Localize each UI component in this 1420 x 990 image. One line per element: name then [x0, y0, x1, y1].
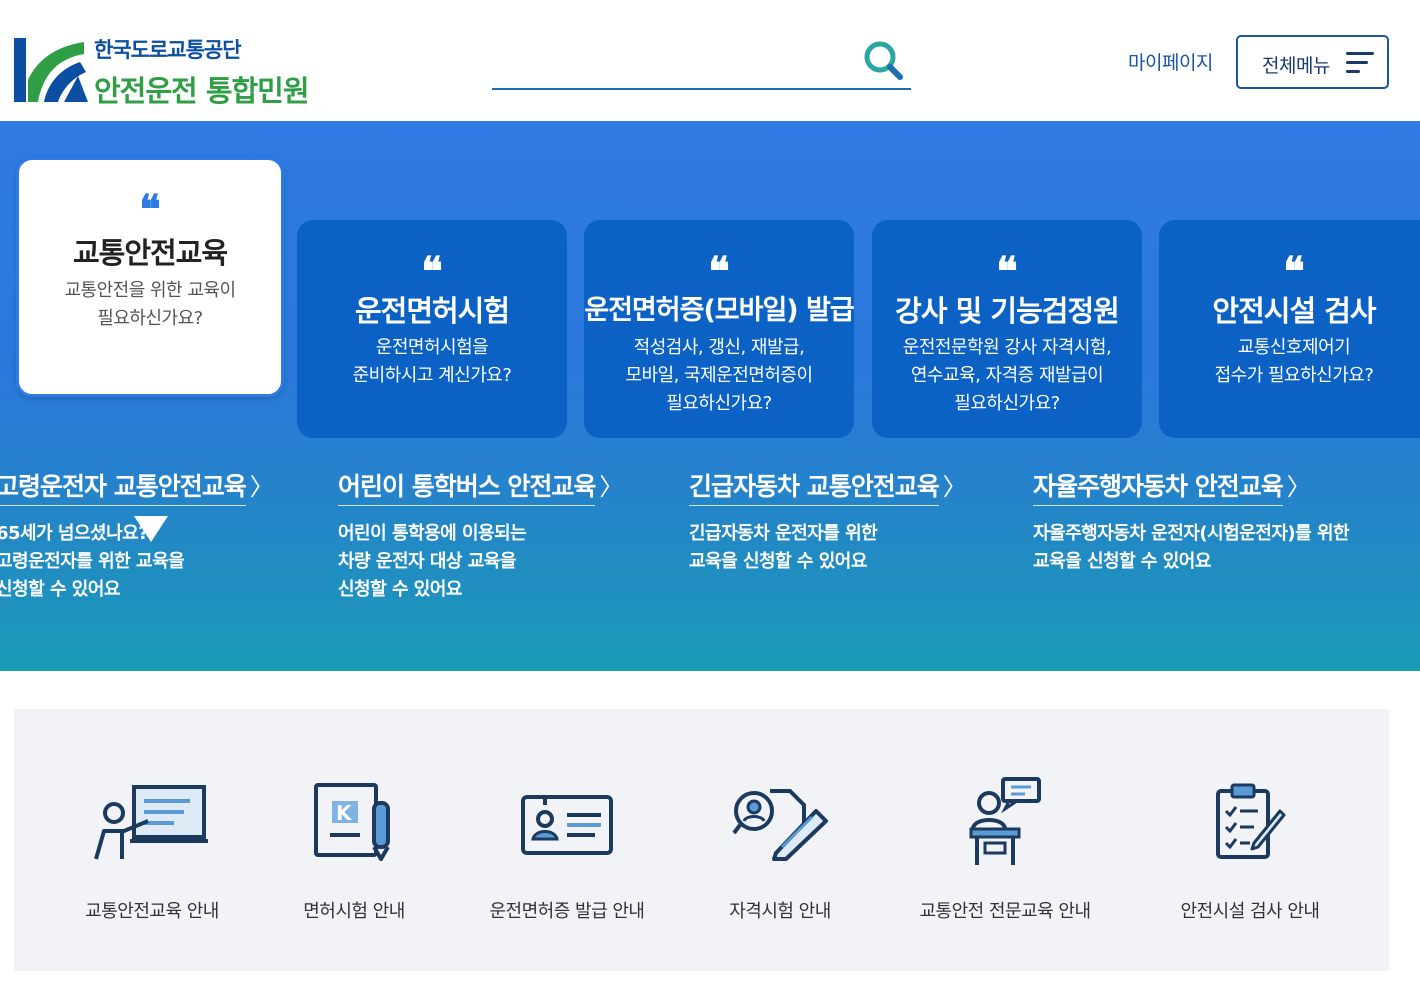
quote-icon: ❝ — [708, 248, 730, 295]
quick-item-label: 운전면허증 발급 안내 — [489, 901, 645, 922]
sub-autonomous-vehicle-link[interactable]: 자율주행자동차 안전교육 — [1033, 467, 1284, 506]
presentation-icon — [94, 785, 208, 860]
quick-item-label: 면허시험 안내 — [303, 901, 405, 922]
quick-item-label: 자격시험 안내 — [729, 901, 831, 922]
card-desc: 교통안전을 위한 교육이 필요하신가요? — [64, 280, 236, 329]
main-banner: ❝ 교통안전교육 교통안전을 위한 교육이 필요하신가요? ❝ 운전면허시험 운… — [0, 121, 1420, 671]
sub-desc: 어린이 통학용에 이용되는 차량 운전자 대상 교육을 신청할 수 있어요 — [338, 523, 527, 600]
sub-autonomous-vehicle: 자율주행자동차 안전교육 〉 자율주행자동차 운전자(시험운전자)를 위한 교육을… — [1033, 467, 1350, 576]
exam-pencil-icon — [732, 789, 828, 861]
card-instructor-examiner[interactable]: ❝ 강사 및 기능검정원 운전전문학원 강사 자격시험, 연수교육, 자격증 재… — [872, 220, 1142, 438]
quick-item-professional-education[interactable]: 교통안전 전문교육 안내 — [900, 709, 1110, 971]
org-name: 한국도로교통공단 — [94, 38, 242, 62]
sub-elderly-driver: 고령운전자 교통안전교육 〉 65세가 넘으셨나요? 고령운전자를 위한 교육을 … — [0, 467, 274, 604]
hamburger-icon — [1346, 52, 1374, 73]
sub-desc: 자율주행자동차 운전자(시험운전자)를 위한 교육을 신청할 수 있어요 — [1033, 523, 1350, 572]
card-title: 강사 및 기능검정원 — [895, 294, 1120, 328]
sub-elderly-driver-link[interactable]: 고령운전자 교통안전교육 — [0, 467, 247, 506]
card-traffic-safety-education[interactable]: ❝ 교통안전교육 교통안전을 위한 교육이 필요하신가요? — [16, 157, 284, 397]
search-input[interactable] — [492, 42, 852, 82]
checklist-icon — [1216, 783, 1286, 859]
quick-item-facility-inspection[interactable]: 안전시설 검사 안내 — [1150, 709, 1350, 971]
sub-desc: 65세가 넘으셨나요? 고령운전자를 위한 교육을 신청할 수 있어요 — [0, 523, 185, 600]
quick-item-license-issue[interactable]: 운전면허증 발급 안내 — [474, 709, 660, 971]
quick-item-label: 교통안전 전문교육 안내 — [919, 901, 1091, 922]
site-logo[interactable]: 한국도로교통공단 안전운전 통합민원 — [14, 34, 334, 108]
lecturer-icon — [969, 777, 1041, 865]
sub-school-bus: 어린이 통학버스 안전교육 〉 어린이 통학용에 이용되는 차량 운전자 대상 교… — [338, 467, 623, 604]
card-license-issue[interactable]: ❝ 운전면허증(모바일) 발급 적성검사, 갱신, 재발급, 모바일, 국제운전… — [584, 220, 855, 438]
quick-item-qualification-exam[interactable]: 자격시험 안내 — [700, 709, 860, 971]
quote-icon: ❝ — [421, 248, 443, 295]
quote-icon: ❝ — [139, 186, 161, 233]
chevron-right-icon: 〉 — [249, 473, 274, 501]
quick-item-label: 안전시설 검사 안내 — [1180, 901, 1320, 922]
card-desc: 운전면허시험을 준비하시고 계신가요? — [352, 337, 512, 386]
card-title: 교통안전교육 — [72, 236, 228, 270]
sub-school-bus-link[interactable]: 어린이 통학버스 안전교육 — [338, 467, 596, 506]
card-title: 안전시설 검사 — [1212, 294, 1376, 328]
card-desc: 적성검사, 갱신, 재발급, 모바일, 국제운전면허증이 필요하신가요? — [625, 337, 813, 414]
card-license-exam[interactable]: ❝ 운전면허시험 운전면허시험을 준비하시고 계신가요? — [297, 220, 567, 438]
quick-item-label: 교통안전교육 안내 — [85, 901, 219, 922]
search-bar — [492, 34, 911, 90]
chevron-right-icon: 〉 — [1286, 473, 1311, 501]
card-title: 운전면허시험 — [354, 294, 510, 328]
sub-emergency-vehicle-link[interactable]: 긴급자동차 교통안전교육 — [689, 467, 940, 506]
card-safety-facility[interactable]: ❝ 안전시설 검사 교통신호제어기 접수가 필요하신가요? — [1159, 220, 1420, 438]
quote-icon: ❝ — [996, 248, 1018, 295]
koroad-logo-icon — [14, 38, 88, 102]
allmenu-label: 전체메뉴 — [1262, 55, 1330, 77]
card-desc: 교통신호제어기 접수가 필요하신가요? — [1214, 337, 1374, 386]
card-title: 운전면허증(모바일) 발급 — [584, 295, 854, 326]
sub-emergency-vehicle: 긴급자동차 교통안전교육 〉 긴급자동차 운전자를 위한 교육을 신청할 수 있어… — [689, 467, 967, 576]
allmenu-button[interactable]: 전체메뉴 — [1236, 35, 1389, 89]
quick-menu: 교통안전교육 안내 K 면허시험 안내 운전면허증 발급 안내 자격시험 안내 … — [14, 709, 1389, 971]
sub-desc: 긴급자동차 운전자를 위한 교육을 신청할 수 있어요 — [689, 523, 878, 572]
chevron-right-icon: 〉 — [599, 473, 624, 501]
id-card-icon — [521, 795, 613, 855]
search-icon[interactable] — [861, 38, 905, 82]
site-header: 한국도로교통공단 안전운전 통합민원 마이페이지 전체메뉴 — [0, 0, 1420, 121]
mypage-link[interactable]: 마이페이지 — [1128, 48, 1213, 75]
quote-icon: ❝ — [1283, 248, 1305, 295]
quick-item-traffic-education[interactable]: 교통안전교육 안내 — [60, 709, 244, 971]
svg-text:K: K — [336, 801, 353, 825]
license-book-icon: K — [314, 783, 390, 861]
card-desc: 운전전문학원 강사 자격시험, 연수교육, 자격증 재발급이 필요하신가요? — [902, 337, 1112, 414]
service-name: 안전운전 통합민원 — [94, 74, 310, 108]
chevron-right-icon: 〉 — [942, 473, 967, 501]
quick-item-license-exam[interactable]: K 면허시험 안내 — [264, 709, 444, 971]
